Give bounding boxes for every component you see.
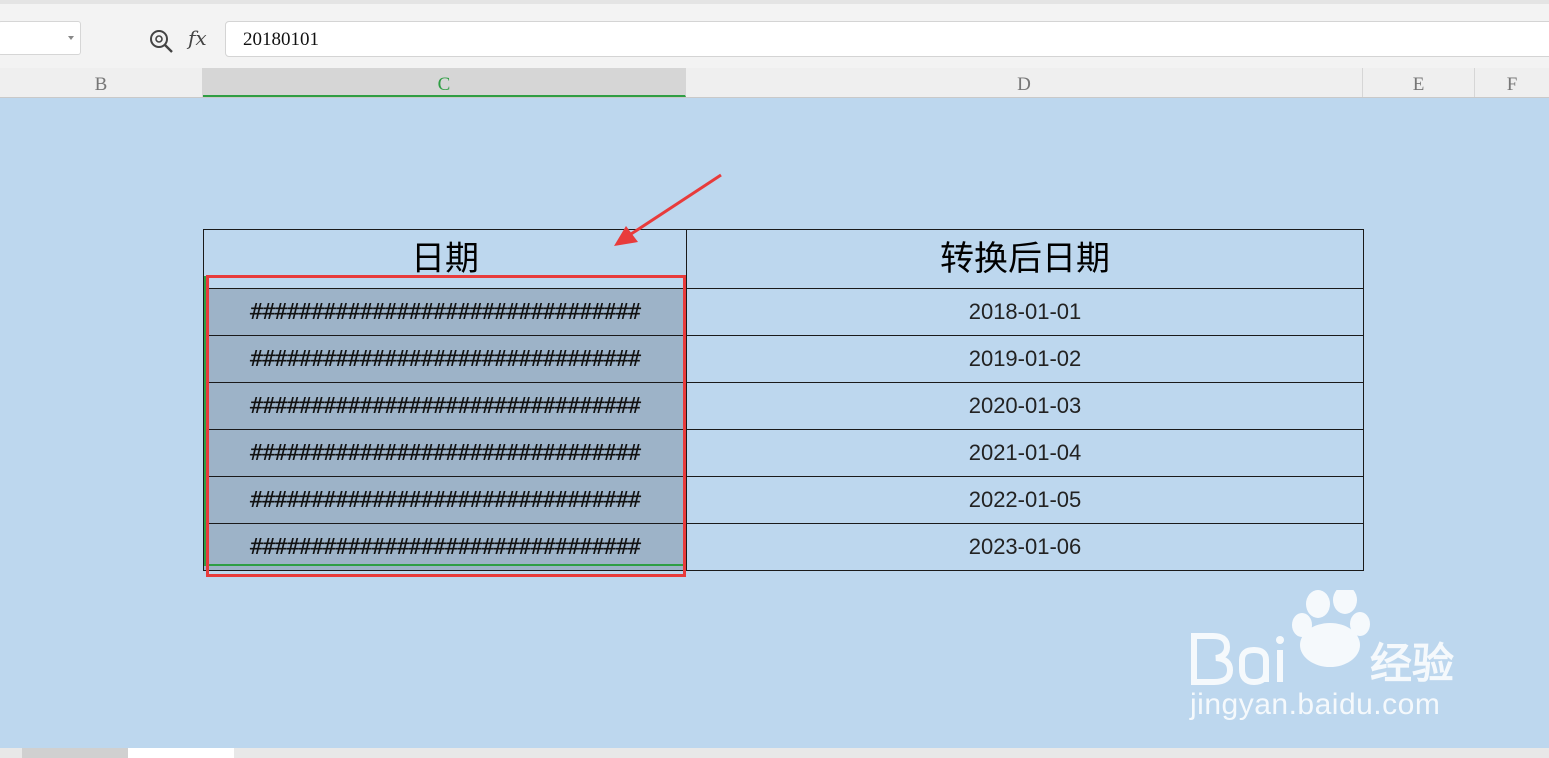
converted-date-cell[interactable]: 2022-01-05 [686, 476, 1364, 524]
chevron-down-icon[interactable] [68, 36, 74, 40]
annotation-arrow-icon [614, 173, 722, 246]
date-cell[interactable]: ################################ [203, 476, 687, 524]
name-box[interactable] [0, 21, 81, 55]
date-cell[interactable]: ################################ [203, 335, 687, 383]
column-header-b[interactable]: B [0, 68, 203, 97]
converted-date-cell[interactable]: 2023-01-06 [686, 523, 1364, 571]
table-row: ################################ 2018-01… [203, 288, 1364, 336]
converted-date-cell[interactable]: 2021-01-04 [686, 429, 1364, 477]
search-zoom-icon[interactable] [148, 28, 174, 54]
table-header-row: 日期 转换后日期 [203, 229, 1364, 289]
column-header-d[interactable]: D [686, 68, 1363, 97]
converted-date-cell[interactable]: 2019-01-02 [686, 335, 1364, 383]
fx-icon[interactable]: fx [188, 26, 207, 50]
formula-bar: fx 20180101 [0, 0, 1549, 68]
column-header-c[interactable]: C [203, 68, 686, 97]
date-cell[interactable]: ################################ [203, 429, 687, 477]
sheet-tab-active[interactable] [128, 748, 234, 758]
converted-date-cell[interactable]: 2018-01-01 [686, 288, 1364, 336]
formula-input[interactable]: 20180101 [225, 21, 1549, 57]
table-row: ################################ 2021-01… [203, 429, 1364, 477]
column-header-e[interactable]: E [1363, 68, 1475, 97]
table-row: ################################ 2022-01… [203, 476, 1364, 524]
column-header: B C D E F [0, 68, 1549, 98]
date-cell[interactable]: ################################ [203, 523, 687, 571]
date-cell[interactable]: ################################ [203, 288, 687, 336]
table-row: ################################ 2023-01… [203, 523, 1364, 571]
converted-date-cell[interactable]: 2020-01-03 [686, 382, 1364, 430]
date-cell[interactable]: ################################ [203, 382, 687, 430]
sheet-tab[interactable] [22, 748, 128, 758]
column-header-f[interactable]: F [1475, 68, 1549, 97]
date-table: 日期 转换后日期 ###############################… [203, 229, 1364, 571]
watermark-url: jingyan.baidu.com [1190, 688, 1441, 721]
table-row: ################################ 2019-01… [203, 335, 1364, 383]
table-row: ################################ 2020-01… [203, 382, 1364, 430]
svg-text:经验: 经验 [1370, 639, 1454, 688]
header-cell-converted-date[interactable]: 转换后日期 [686, 229, 1364, 289]
